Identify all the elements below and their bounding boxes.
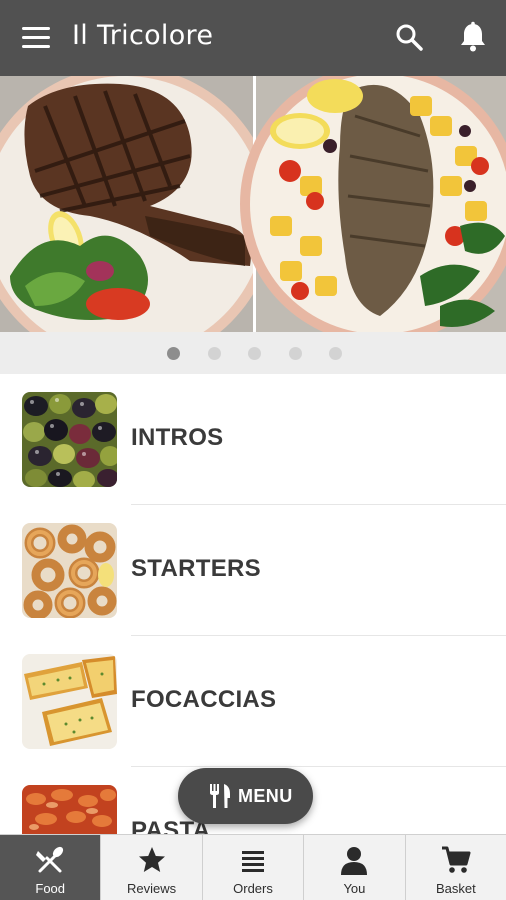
hero-carousel[interactable]	[0, 76, 506, 332]
tab-orders[interactable]: Orders	[201, 835, 303, 900]
notification-bell-icon[interactable]	[456, 20, 490, 54]
carousel-dot-1[interactable]	[167, 347, 180, 360]
carousel-dot-2[interactable]	[208, 347, 221, 360]
tab-label: Reviews	[127, 881, 177, 896]
food-icon	[36, 846, 64, 873]
hero-food-image	[0, 76, 506, 332]
star-icon	[138, 847, 165, 872]
cutlery-icon	[210, 784, 230, 808]
tab-reviews[interactable]: Reviews	[100, 835, 201, 900]
hamburger-menu-icon[interactable]	[20, 24, 52, 52]
tab-food[interactable]: Food	[0, 835, 101, 900]
category-item-intros[interactable]: INTROS	[0, 374, 506, 505]
category-label: INTROS	[131, 424, 224, 451]
carousel-dot-4[interactable]	[289, 347, 302, 360]
carousel-dot-3[interactable]	[248, 347, 261, 360]
tab-label: You	[343, 881, 366, 896]
cart-icon	[441, 846, 471, 873]
garlic-bread-thumbnail	[22, 654, 117, 749]
user-icon	[341, 847, 368, 875]
category-label: STARTERS	[131, 555, 261, 582]
carousel-pagination	[0, 332, 506, 374]
menu-fab-label: MENU	[238, 786, 293, 806]
calamari-thumbnail	[22, 523, 117, 618]
app-bar: Il Tricolore	[0, 0, 506, 76]
tab-label: Orders	[233, 881, 273, 896]
category-item-focaccias[interactable]: FOCACCIAS	[0, 636, 506, 767]
list-icon	[242, 851, 265, 872]
bottom-tab-bar: Food Reviews Orders You Basket	[0, 834, 506, 900]
menu-fab-button[interactable]: MENU	[178, 768, 313, 824]
search-icon[interactable]	[394, 22, 424, 52]
olives-thumbnail	[22, 392, 117, 487]
category-item-starters[interactable]: STARTERS	[0, 505, 506, 636]
carousel-dot-5[interactable]	[329, 347, 342, 360]
tab-basket[interactable]: Basket	[404, 835, 506, 900]
tab-label: Food	[35, 881, 66, 896]
app-title: Il Tricolore	[72, 20, 214, 51]
category-label: FOCACCIAS	[131, 686, 277, 713]
tab-label: Basket	[435, 881, 476, 896]
tab-you[interactable]: You	[303, 835, 404, 900]
